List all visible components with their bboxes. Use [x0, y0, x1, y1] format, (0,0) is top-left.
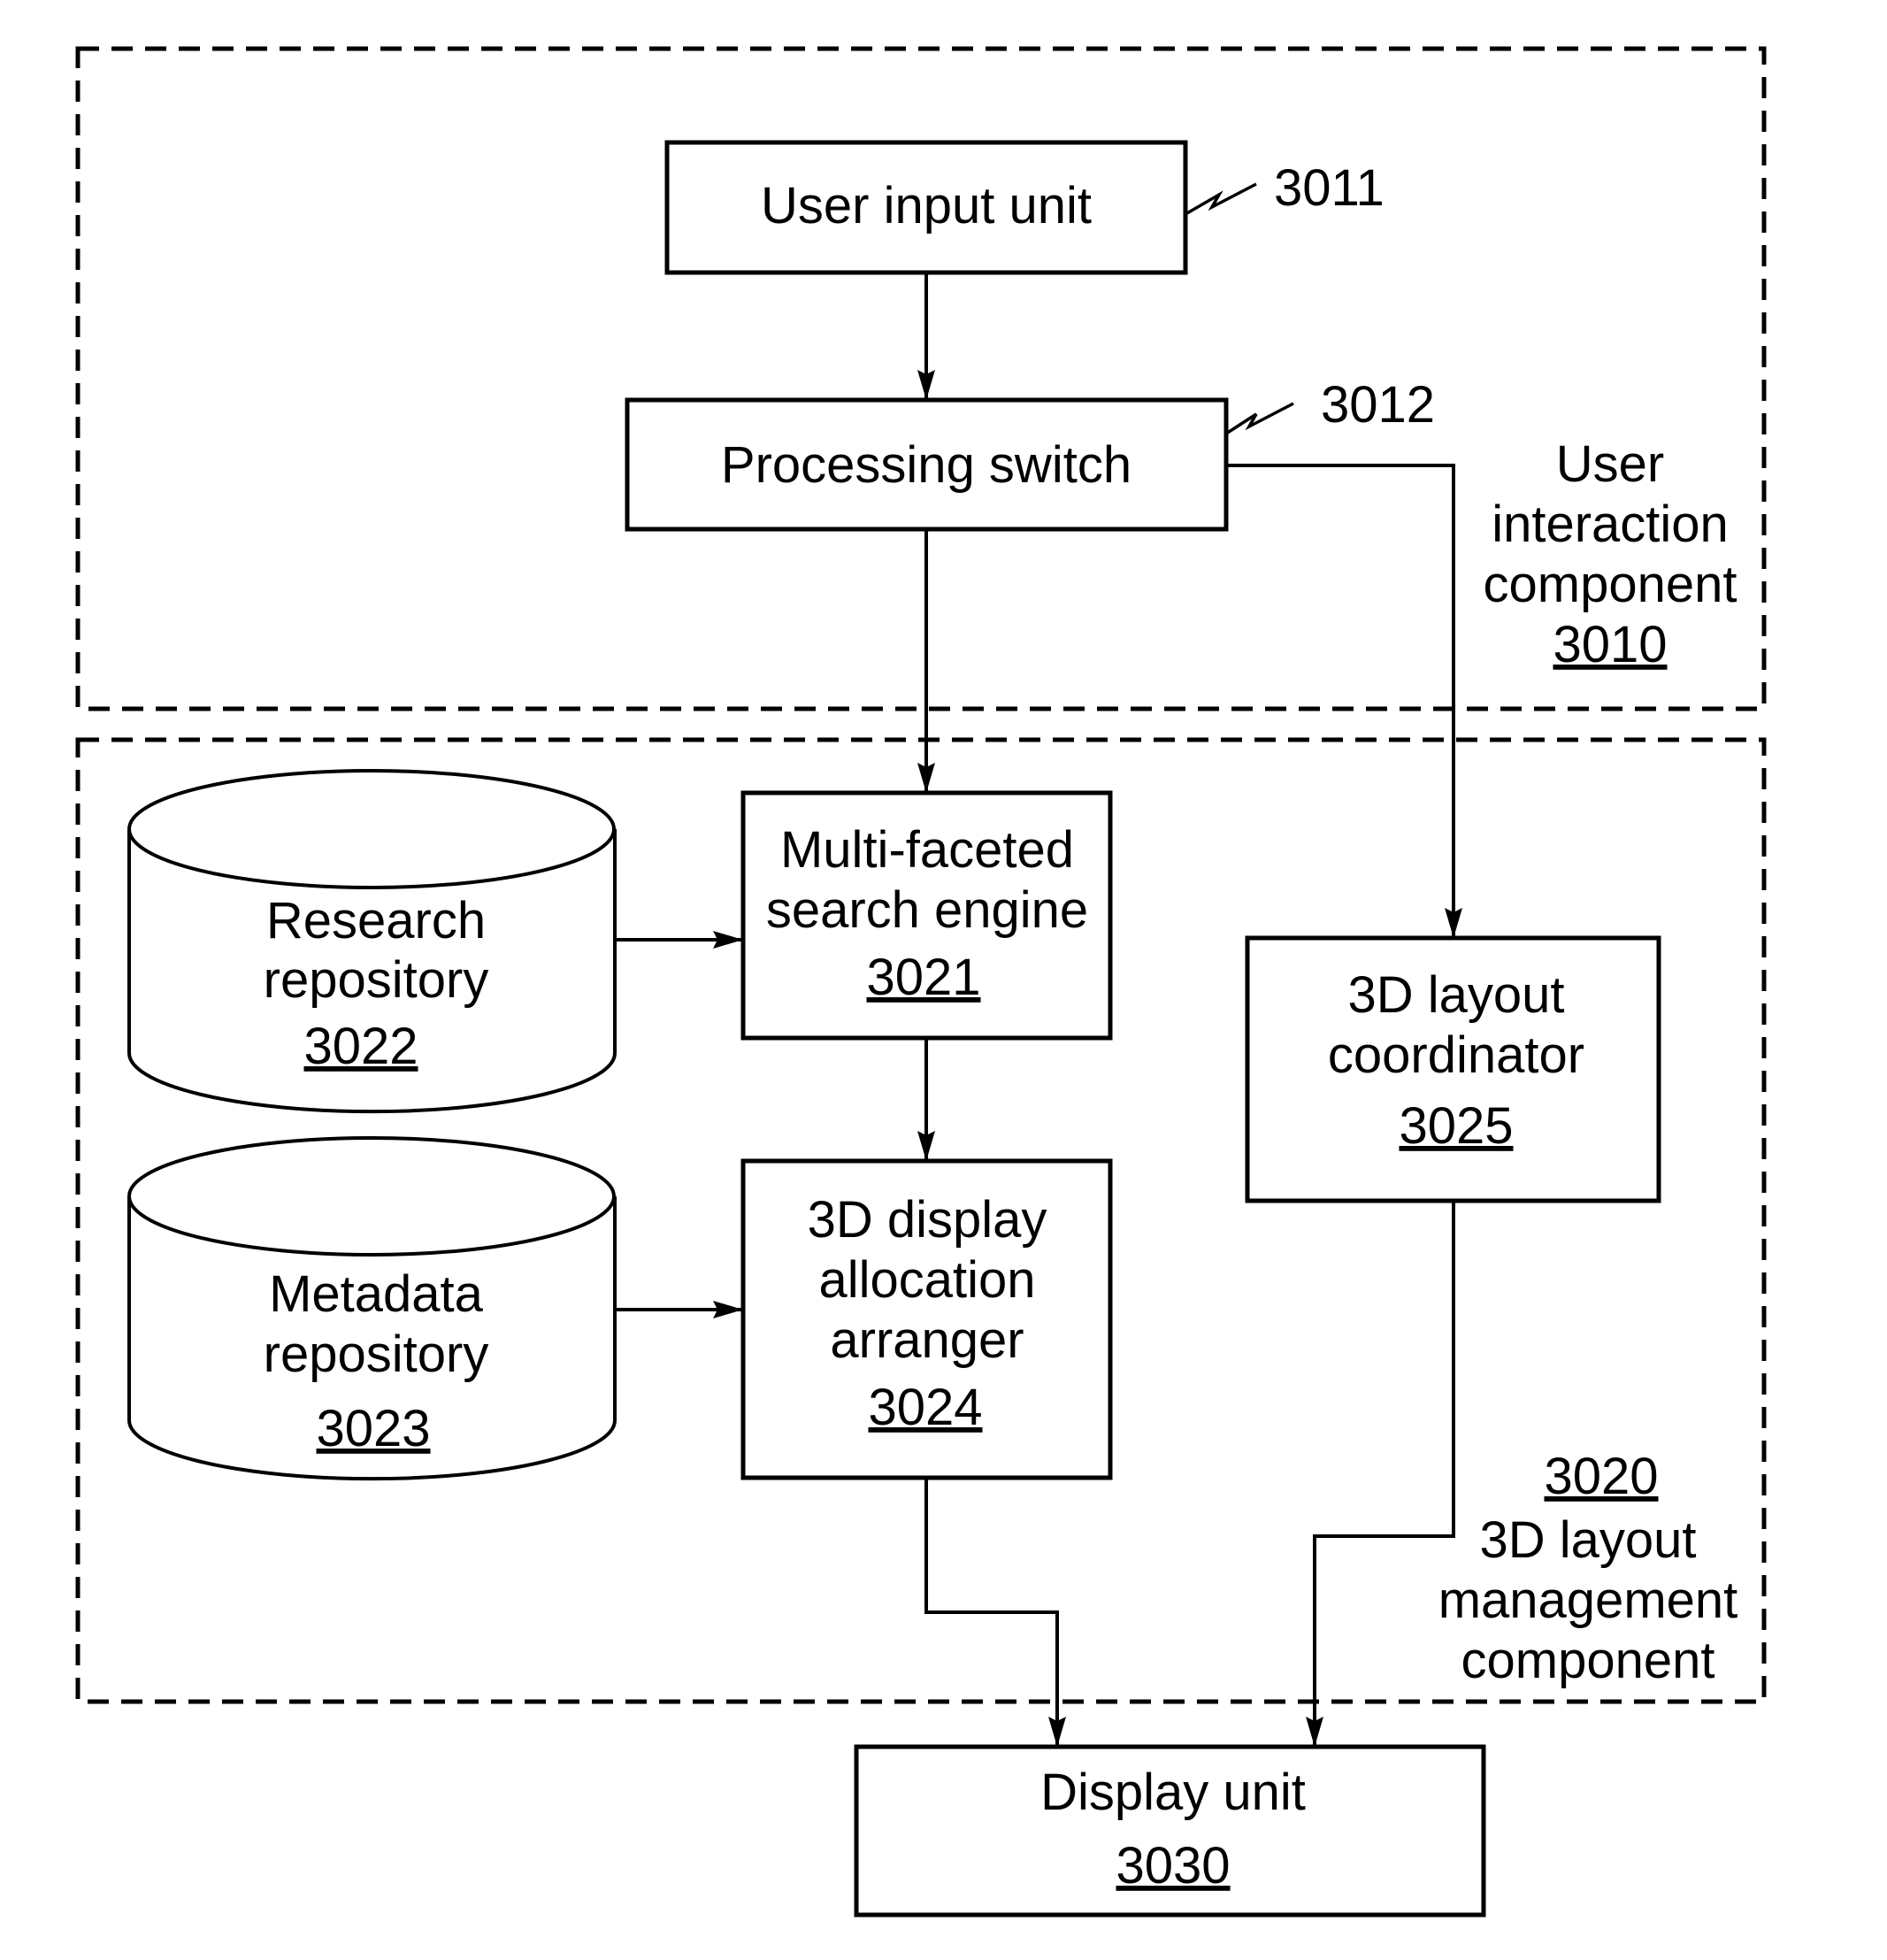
svg-text:Metadata: Metadata — [269, 1265, 484, 1323]
ref-3011: 3011 — [1274, 159, 1385, 217]
svg-text:repository: repository — [264, 951, 489, 1009]
node-3d-display-allocation-arranger: 3D display allocation arranger 3024 — [740, 1158, 1113, 1480]
svg-text:search engine: search engine — [766, 881, 1088, 939]
svg-text:allocation: allocation — [818, 1251, 1035, 1309]
block-diagram: 3011 3012 User input unit Processing swi… — [75, 46, 1767, 1918]
svg-text:3D display: 3D display — [808, 1191, 1047, 1249]
node-number: 3023 — [316, 1400, 430, 1457]
svg-text:component: component — [1461, 1632, 1715, 1689]
svg-text:3D layout: 3D layout — [1479, 1511, 1696, 1569]
node-research-repository: Research repository 3022 — [127, 769, 617, 1114]
node-display-unit: Display unit 3030 — [854, 1744, 1486, 1918]
node-metadata-repository: Metadata repository 3023 — [127, 1136, 617, 1481]
node-label: User input unit — [761, 177, 1092, 234]
node-label: Processing switch — [721, 436, 1131, 494]
node-processing-switch: Processing switch — [625, 397, 1229, 532]
node-number: 3021 — [866, 949, 980, 1006]
label-user-interaction-component: User interaction component 3010 — [1484, 435, 1737, 673]
edge-arranger-to-display — [924, 1478, 1066, 1747]
svg-text:3D layout: 3D layout — [1347, 966, 1564, 1024]
svg-text:interaction: interaction — [1492, 496, 1729, 553]
node-3d-layout-coordinator: 3D layout coordinator 3025 — [1245, 935, 1661, 1203]
svg-text:User: User — [1556, 435, 1664, 493]
svg-text:component: component — [1484, 556, 1737, 613]
svg-text:Research: Research — [266, 892, 486, 949]
label-3d-layout-management-component: 3020 3D layout management component — [1438, 1448, 1738, 1689]
node-number: 3022 — [303, 1018, 418, 1075]
node-multi-faceted-search-engine: Multi-faceted search engine 3021 — [740, 790, 1113, 1041]
group-number-3020: 3020 — [1544, 1448, 1658, 1505]
ref-leader-3012 — [1225, 402, 1294, 435]
node-number: 3030 — [1116, 1837, 1230, 1895]
svg-text:Display unit: Display unit — [1040, 1764, 1306, 1821]
svg-text:arranger: arranger — [830, 1311, 1024, 1369]
node-number: 3025 — [1399, 1097, 1513, 1155]
svg-text:Multi-faceted: Multi-faceted — [780, 821, 1074, 879]
node-user-input-unit: User input unit — [664, 140, 1188, 275]
svg-text:repository: repository — [264, 1326, 489, 1383]
svg-text:management: management — [1438, 1572, 1738, 1629]
node-number: 3024 — [868, 1379, 982, 1436]
svg-text:coordinator: coordinator — [1328, 1026, 1584, 1084]
ref-leader-3011 — [1185, 182, 1257, 216]
edge-switch-to-coordinator — [1226, 464, 1462, 938]
ref-3012: 3012 — [1321, 376, 1435, 434]
edge-coordinator-to-display — [1306, 1201, 1455, 1747]
group-number-3010: 3010 — [1553, 616, 1667, 673]
